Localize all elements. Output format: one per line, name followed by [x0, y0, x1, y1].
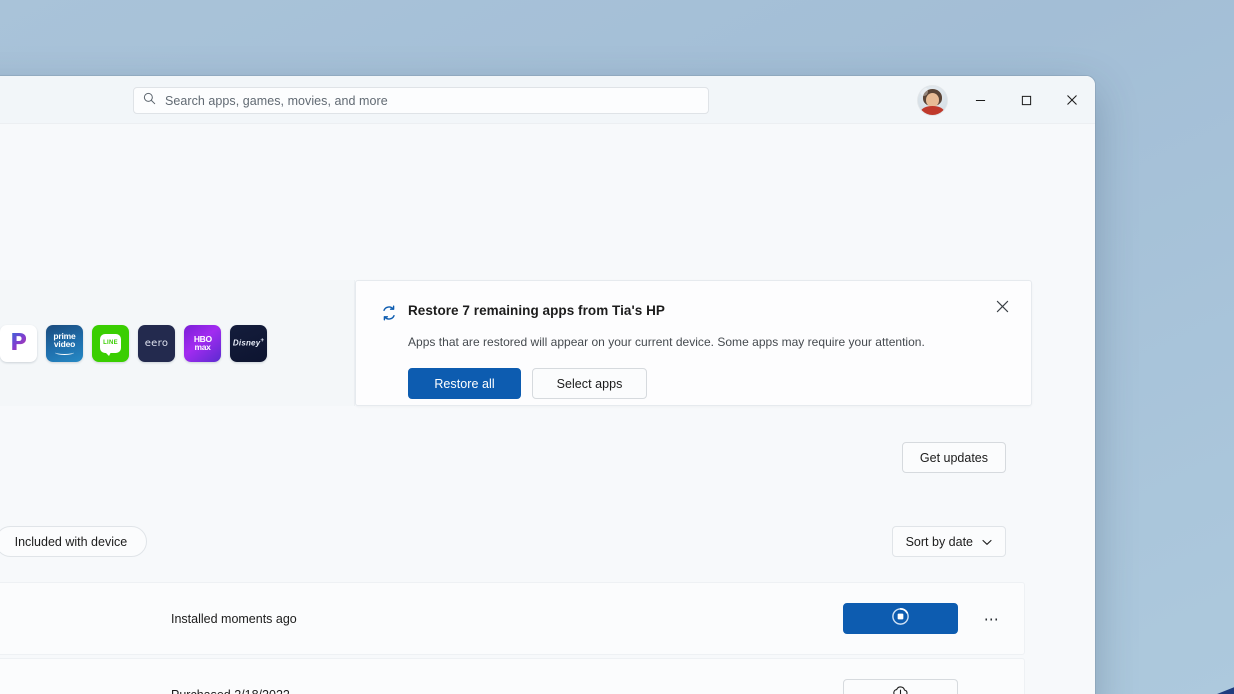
restore-app-icons: P primevideo LINE eero HBOmax — [0, 280, 355, 406]
library-list: Apps Installed moments ago ⋯ Apps Purcha… — [0, 582, 1025, 694]
stop-download-button[interactable] — [843, 603, 958, 634]
sync-restore-icon — [380, 304, 398, 327]
maximize-button[interactable] — [1003, 76, 1049, 124]
download-button[interactable] — [843, 679, 958, 694]
microsoft-store-window: Search apps, games, movies, and more — [0, 76, 1095, 694]
search-icon — [143, 92, 156, 110]
restore-section: P primevideo LINE eero HBOmax — [0, 280, 1032, 406]
desktop-accent-shape — [1084, 664, 1234, 694]
window-controls — [918, 76, 1095, 124]
row-status: Installed moments ago — [171, 612, 843, 626]
close-button[interactable] — [1049, 76, 1095, 124]
app-icon-disney-plus[interactable]: Disney+ — [230, 325, 267, 362]
window-titlebar: Search apps, games, movies, and more — [0, 76, 1095, 124]
app-icon-line[interactable]: LINE — [92, 325, 129, 362]
search-input[interactable]: Search apps, games, movies, and more — [133, 87, 709, 114]
filters-row: ps Gaming Movies & TV Included with devi… — [0, 526, 1032, 557]
row-status: Purchased 2/18/2022 — [171, 688, 843, 694]
row-kind: Apps — [0, 612, 171, 626]
table-row[interactable]: Apps Installed moments ago ⋯ — [0, 582, 1025, 655]
row-kind: Apps — [0, 688, 171, 694]
minimize-button[interactable] — [957, 76, 1003, 124]
download-cloud-icon — [891, 683, 910, 694]
sort-dropdown-label: Sort by date — [906, 535, 973, 549]
app-icon-pandora[interactable]: P — [0, 325, 37, 362]
select-apps-button[interactable]: Select apps — [532, 368, 647, 399]
filter-chip-included-with-device[interactable]: Included with device — [0, 526, 147, 557]
updates-row: tes by clicking "Get updates" Get update… — [0, 442, 1032, 473]
app-icon-hbo-max[interactable]: HBOmax — [184, 325, 221, 362]
chevron-down-icon — [982, 535, 992, 549]
restore-banner: Restore 7 remaining apps from Tia's HP A… — [355, 280, 1032, 406]
sort-dropdown[interactable]: Sort by date — [892, 526, 1006, 557]
filter-chips: ps Gaming Movies & TV Included with devi… — [0, 526, 147, 557]
more-options-icon[interactable]: ⋯ — [978, 605, 1006, 633]
restore-banner-subtitle: Apps that are restored will appear on yo… — [408, 335, 1007, 349]
search-placeholder-text: Search apps, games, movies, and more — [165, 94, 388, 108]
pandora-glyph: P — [10, 332, 27, 355]
app-icon-eero[interactable]: eero — [138, 325, 175, 362]
dismiss-banner-button[interactable] — [989, 296, 1015, 322]
close-icon — [996, 300, 1009, 318]
page-content: P primevideo LINE eero HBOmax — [0, 124, 1095, 694]
table-row[interactable]: Apps Purchased 2/18/2022 ⋯ — [0, 658, 1025, 694]
restore-all-button[interactable]: Restore all — [408, 368, 521, 399]
more-options-icon[interactable]: ⋯ — [978, 681, 1006, 694]
get-updates-button[interactable]: Get updates — [902, 442, 1006, 473]
eero-glyph: eero — [145, 338, 169, 349]
avatar[interactable] — [918, 86, 947, 115]
restore-banner-title: Restore 7 remaining apps from Tia's HP — [408, 303, 665, 318]
app-icon-prime-video[interactable]: primevideo — [46, 325, 83, 362]
stop-download-icon — [891, 607, 910, 631]
